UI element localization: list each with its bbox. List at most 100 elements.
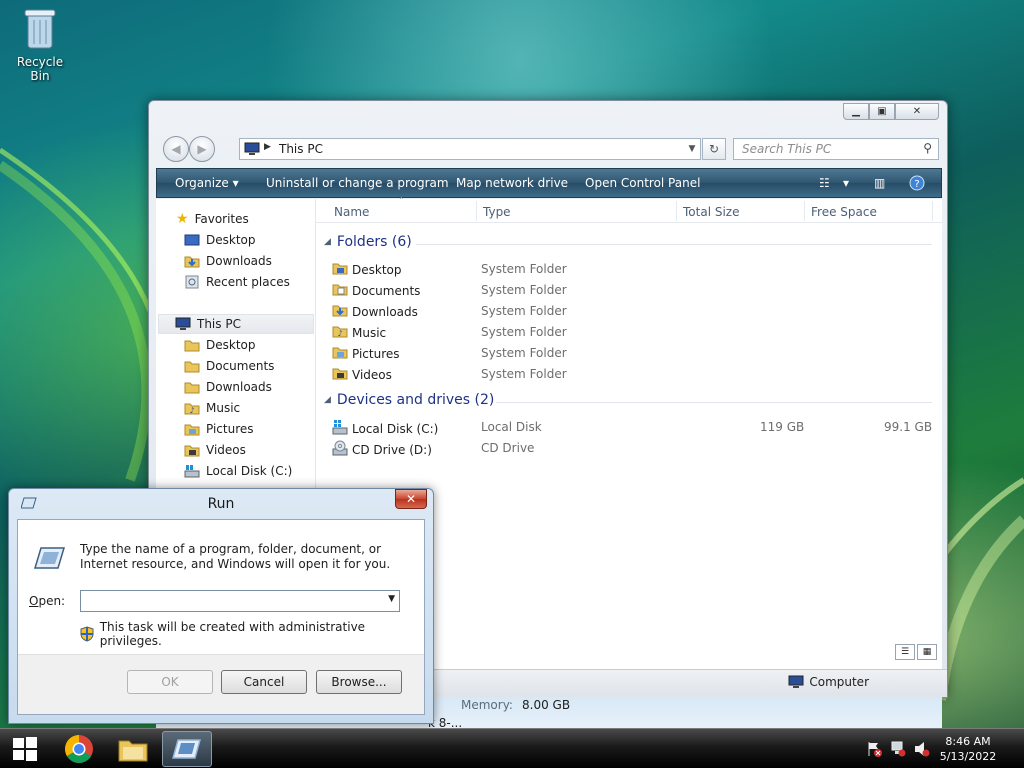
breadcrumb-arrow-icon: ▶: [264, 142, 271, 152]
nav-pc-localdisk-label: Local Disk (C:): [206, 464, 293, 478]
details-view-icon[interactable]: ☰: [895, 644, 915, 660]
open-combobox[interactable]: ▼: [80, 590, 400, 612]
computer-icon: [788, 675, 804, 688]
nav-pc-desktop-label: Desktop: [206, 338, 256, 352]
music-folder-icon: ♪: [184, 401, 200, 415]
open-control-panel-button[interactable]: Open Control Panel: [585, 176, 700, 190]
downloads-folder-icon: [332, 303, 348, 320]
search-icon[interactable]: ⚲: [923, 141, 932, 155]
nav-pc-desktop[interactable]: Desktop: [184, 335, 256, 355]
search-input[interactable]: Search This PC ⚲: [733, 138, 939, 160]
column-name[interactable]: Name: [334, 205, 369, 219]
system-tray: 8:46 AM 5/13/2022: [854, 729, 1024, 768]
minimize-button[interactable]: ▁: [843, 103, 869, 120]
refresh-button[interactable]: ↻: [702, 138, 726, 160]
search-placeholder: Search This PC: [742, 142, 832, 156]
address-dropdown-icon[interactable]: ▼: [684, 139, 700, 159]
folder-row[interactable]: Downloads System Folder: [332, 301, 942, 321]
organize-menu[interactable]: Organize ▾: [175, 176, 239, 190]
action-center-flag-icon[interactable]: [866, 741, 882, 757]
folder-type: System Folder: [481, 325, 567, 339]
run-close-button[interactable]: ✕: [395, 489, 427, 509]
run-dialog[interactable]: Run ✕ Type the name of a program, folder…: [8, 488, 434, 724]
folder-name: Desktop: [332, 261, 402, 278]
ok-button[interactable]: OK: [127, 670, 213, 694]
nav-fav-recent-label: Recent places: [206, 275, 290, 289]
collapse-arrow-icon: ◢: [324, 395, 331, 405]
admin-note-text: This task will be created with administr…: [99, 620, 366, 648]
start-button[interactable]: [0, 731, 50, 767]
forward-button[interactable]: ▶: [189, 136, 215, 162]
cd-drive-icon: [332, 440, 348, 459]
maximize-button[interactable]: ▣: [869, 103, 895, 120]
pictures-folder-icon: [332, 345, 348, 362]
map-network-drive-button[interactable]: Map network drive: [456, 176, 568, 190]
cancel-button[interactable]: Cancel: [221, 670, 307, 694]
drive-row[interactable]: CD Drive (D:) CD Drive: [332, 438, 942, 458]
recycle-bin-desktop-icon[interactable]: Recycle Bin: [6, 6, 74, 83]
star-icon: ★: [176, 211, 189, 227]
nav-pc-videos-label: Videos: [206, 443, 246, 457]
back-button[interactable]: ◀: [163, 136, 189, 162]
address-path[interactable]: This PC: [279, 142, 323, 156]
status-location: Computer: [788, 675, 869, 689]
nav-fav-downloads[interactable]: Downloads: [184, 251, 272, 271]
browse-button[interactable]: Browse...: [316, 670, 402, 694]
nav-pc-documents[interactable]: Documents: [184, 356, 274, 376]
documents-folder-icon: [332, 282, 348, 299]
taskbar-chrome[interactable]: [54, 731, 104, 767]
open-dropdown-icon[interactable]: ▼: [388, 594, 395, 604]
taskbar-file-explorer[interactable]: [108, 731, 158, 767]
nav-pc-localdisk[interactable]: Local Disk (C:): [184, 461, 292, 481]
run-icon: [172, 739, 201, 759]
nav-pc-videos[interactable]: Videos: [184, 440, 246, 460]
column-free-space[interactable]: Free Space: [811, 205, 877, 219]
svg-text:?: ?: [914, 179, 919, 190]
column-type[interactable]: Type: [483, 205, 511, 219]
folder-row[interactable]: Documents System Folder: [332, 280, 942, 300]
column-total-size[interactable]: Total Size: [683, 205, 739, 219]
address-bar[interactable]: ▶ This PC ▼: [239, 138, 701, 160]
large-icons-view-icon[interactable]: ▦: [917, 644, 937, 660]
folder-name: Documents: [332, 282, 420, 299]
nav-favorites[interactable]: ★ Favorites: [176, 209, 249, 229]
network-icon[interactable]: [890, 741, 906, 757]
drive-row[interactable]: Local Disk (C:) Local Disk 119 GB 99.1 GB: [332, 417, 942, 437]
memory-label: Memory:: [461, 698, 513, 712]
collapse-arrow-icon: ◢: [324, 237, 331, 247]
nav-fav-desktop[interactable]: Desktop: [184, 230, 256, 250]
nav-favorites-label: Favorites: [194, 212, 249, 226]
drive-name: CD Drive (D:): [332, 440, 432, 459]
uninstall-program-button[interactable]: Uninstall or change a program: [266, 176, 449, 190]
folder-icon: [184, 380, 200, 394]
run-program-icon: [34, 547, 66, 569]
recycle-bin-icon: [24, 9, 56, 49]
admin-note: This task will be created with administr…: [80, 620, 424, 648]
folder-row[interactable]: Desktop System Folder: [332, 259, 942, 279]
nav-pc-downloads[interactable]: Downloads: [184, 377, 272, 397]
clock-date: 5/13/2022: [939, 750, 997, 763]
help-icon[interactable]: ?: [909, 175, 925, 191]
folders-group-header[interactable]: ◢ Folders (6): [324, 234, 412, 250]
clock[interactable]: 8:46 AM 5/13/2022: [938, 734, 998, 764]
close-button[interactable]: ✕: [895, 103, 939, 120]
column-headers: Name ⌃ Type Total Size Free Space: [316, 196, 942, 223]
folder-row[interactable]: ♪ Music System Folder: [332, 322, 942, 342]
view-options-dropdown-icon[interactable]: ▾: [843, 176, 849, 190]
nav-fav-recent[interactable]: Recent places: [184, 272, 290, 292]
taskbar-run[interactable]: [162, 731, 212, 767]
nav-pc-music[interactable]: ♪ Music: [184, 398, 240, 418]
volume-muted-icon[interactable]: [914, 741, 930, 757]
folder-row[interactable]: Videos System Folder: [332, 364, 942, 384]
svg-text:♪: ♪: [189, 406, 194, 415]
nav-this-pc[interactable]: This PC: [158, 314, 314, 334]
svg-text:♪: ♪: [337, 329, 342, 338]
taskbar: 8:46 AM 5/13/2022: [0, 728, 1024, 768]
preview-pane-icon[interactable]: ▥: [874, 176, 885, 190]
run-dialog-title: Run: [207, 496, 235, 512]
nav-pc-pictures[interactable]: Pictures: [184, 419, 254, 439]
drives-group-header[interactable]: ◢ Devices and drives (2): [324, 392, 494, 408]
folder-row[interactable]: Pictures System Folder: [332, 343, 942, 363]
nav-pc-downloads-label: Downloads: [206, 380, 272, 394]
change-view-icon[interactable]: ☷: [819, 176, 830, 190]
